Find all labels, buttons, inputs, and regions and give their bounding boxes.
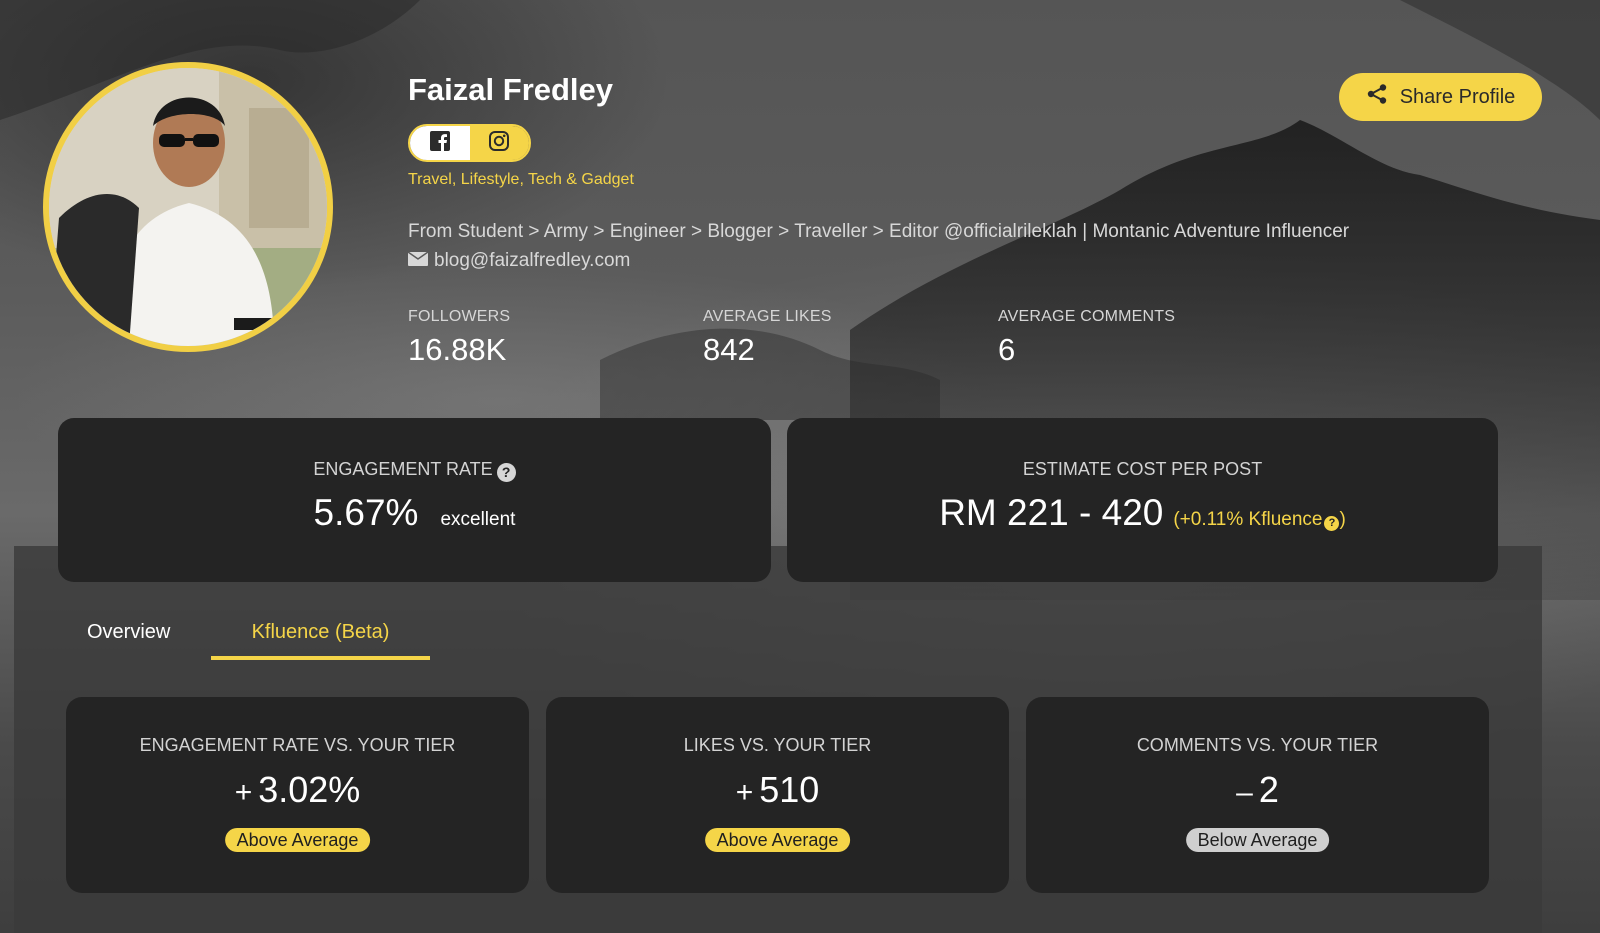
kfluence-note: (+0.11% Kfluence?) xyxy=(1173,509,1345,531)
social-links xyxy=(408,124,531,162)
stat-average-likes: AVERAGE LIKES 842 xyxy=(703,308,832,368)
engagement-rate-title: ENGAGEMENT RATE? xyxy=(58,459,771,482)
help-icon[interactable]: ? xyxy=(1324,516,1339,531)
tier-card-comments: COMMENTS VS. YOUR TIER –2 Below Average xyxy=(1026,697,1489,893)
tier-badge: Above Average xyxy=(225,828,371,852)
tab-overview[interactable]: Overview xyxy=(87,621,170,644)
stat-average-comments: AVERAGE COMMENTS 6 xyxy=(998,308,1175,368)
engagement-rate-rating: excellent xyxy=(440,509,515,531)
tier-value: +3.02% xyxy=(66,769,529,811)
profile-categories: Travel, Lifestyle, Tech & Gadget xyxy=(408,171,634,189)
tier-badge: Below Average xyxy=(1186,828,1330,852)
share-profile-label: Share Profile xyxy=(1400,86,1516,109)
cost-per-post-card: ESTIMATE COST PER POST RM 221 - 420 (+0.… xyxy=(787,418,1498,582)
instagram-icon xyxy=(488,130,510,157)
tier-card-engagement: ENGAGEMENT RATE VS. YOUR TIER +3.02% Abo… xyxy=(66,697,529,893)
stat-label: FOLLOWERS xyxy=(408,308,510,326)
tier-card-likes: LIKES VS. YOUR TIER +510 Above Average xyxy=(546,697,1009,893)
facebook-button[interactable] xyxy=(410,126,470,160)
profile-email[interactable]: blog@faizalfredley.com xyxy=(434,250,630,272)
facebook-icon xyxy=(429,130,451,157)
engagement-rate-row: 5.67% excellent xyxy=(58,492,771,534)
stat-value: 16.88K xyxy=(408,332,510,368)
stat-label: AVERAGE LIKES xyxy=(703,308,832,326)
help-icon[interactable]: ? xyxy=(497,463,516,482)
engagement-rate-card: ENGAGEMENT RATE? 5.67% excellent xyxy=(58,418,771,582)
mail-icon xyxy=(408,250,428,272)
tier-number: 3.02% xyxy=(258,769,360,810)
avatar xyxy=(43,62,333,352)
kfluence-note-text: (+0.11% Kfluence xyxy=(1173,509,1322,530)
share-profile-button[interactable]: Share Profile xyxy=(1339,73,1542,121)
tab-kfluence[interactable]: Kfluence (Beta) xyxy=(211,604,430,660)
tier-sign: + xyxy=(736,776,754,809)
tier-value: –2 xyxy=(1026,769,1489,811)
cost-per-post-title: ESTIMATE COST PER POST xyxy=(787,459,1498,480)
stat-followers: FOLLOWERS 16.88K xyxy=(408,308,510,368)
tier-number: 2 xyxy=(1259,769,1279,810)
cost-per-post-value: RM 221 - 420 xyxy=(939,492,1163,534)
stat-label: AVERAGE COMMENTS xyxy=(998,308,1175,326)
tier-badge: Above Average xyxy=(705,828,851,852)
profile-email-row: blog@faizalfredley.com xyxy=(408,250,630,272)
tier-title: LIKES VS. YOUR TIER xyxy=(546,735,1009,756)
stat-value: 842 xyxy=(703,332,832,368)
tier-title: COMMENTS VS. YOUR TIER xyxy=(1026,735,1489,756)
instagram-button[interactable] xyxy=(470,126,530,160)
share-icon xyxy=(1366,83,1388,111)
tier-title: ENGAGEMENT RATE VS. YOUR TIER xyxy=(66,735,529,756)
kfluence-note-close: ) xyxy=(1339,509,1345,530)
tier-sign: – xyxy=(1236,776,1253,809)
tier-value: +510 xyxy=(546,769,1009,811)
stat-value: 6 xyxy=(998,332,1175,368)
cost-per-post-row: RM 221 - 420 (+0.11% Kfluence?) xyxy=(787,492,1498,534)
profile-name: Faizal Fredley xyxy=(408,72,613,108)
engagement-rate-value: 5.67% xyxy=(314,492,419,534)
tier-number: 510 xyxy=(759,769,819,810)
engagement-rate-label: ENGAGEMENT RATE xyxy=(313,459,492,479)
profile-bio: From Student > Army > Engineer > Blogger… xyxy=(408,221,1349,243)
tier-sign: + xyxy=(235,776,253,809)
